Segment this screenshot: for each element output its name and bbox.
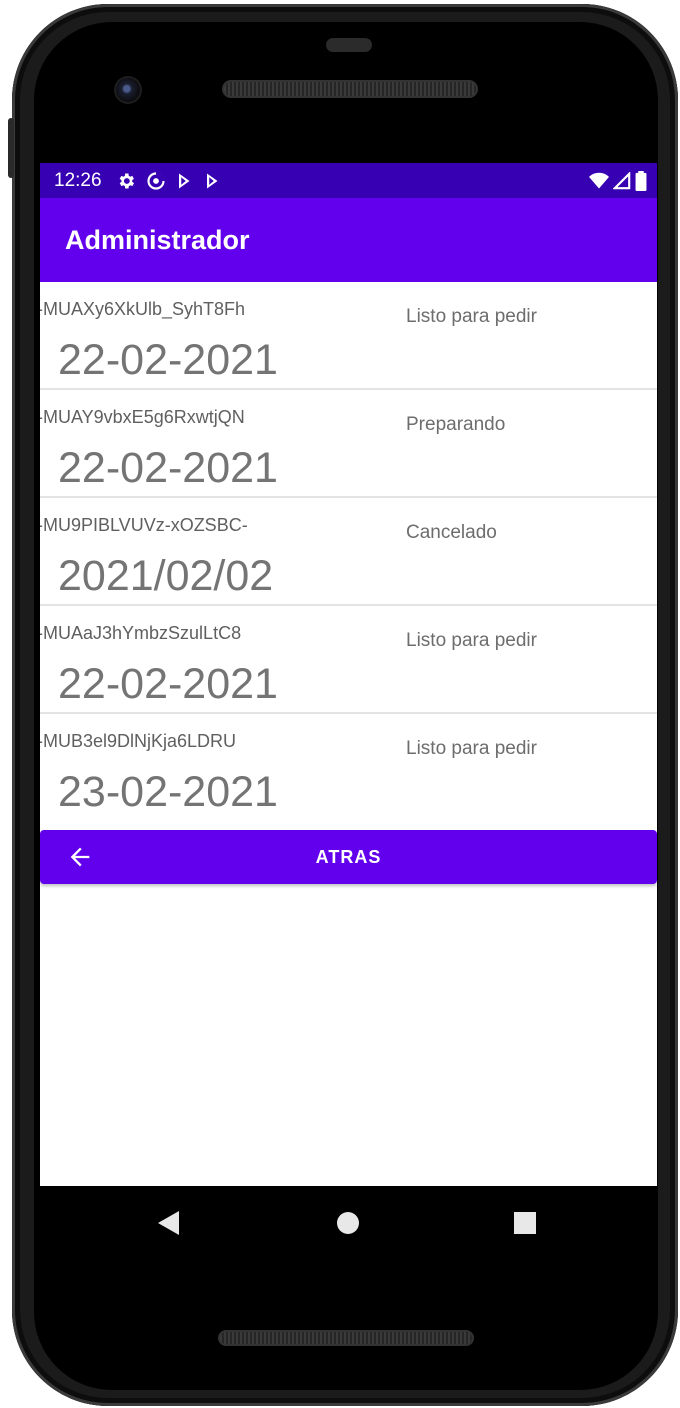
order-date: 22-02-2021	[58, 336, 278, 384]
order-row[interactable]: -MUAaJ3hYmbzSzulLtC8 Listo para pedir 22…	[40, 606, 657, 714]
earpiece-speaker	[222, 80, 478, 98]
order-date: 23-02-2021	[58, 768, 278, 816]
order-status: Preparando	[406, 414, 506, 435]
recents-square-icon[interactable]	[510, 1208, 540, 1238]
app-screen: 12:26 Administrador -MUAXy6XkUlb_SyhT8Fh…	[40, 163, 657, 1186]
app-bar: Administrador	[40, 198, 657, 282]
order-date: 22-02-2021	[58, 660, 278, 708]
arrow-left-icon	[66, 843, 94, 871]
order-row[interactable]: -MUAY9vbxE5g6RxwtjQN Preparando 22-02-20…	[40, 390, 657, 498]
battery-icon	[635, 170, 647, 191]
wifi-icon	[589, 172, 609, 190]
order-date: 2021/02/02	[58, 552, 274, 600]
order-row[interactable]: -MUAXy6XkUlb_SyhT8Fh Listo para pedir 22…	[40, 282, 657, 390]
status-bar: 12:26	[40, 163, 657, 198]
sync-icon	[146, 171, 166, 191]
back-button[interactable]: ATRAS	[40, 830, 657, 884]
order-id: -MUAXy6XkUlb_SyhT8Fh	[40, 299, 246, 319]
back-triangle-icon[interactable]	[154, 1208, 184, 1238]
status-time: 12:26	[54, 169, 102, 191]
power-button	[8, 118, 14, 178]
order-status: Listo para pedir	[406, 306, 537, 327]
play-store-icon	[204, 172, 222, 190]
system-nav-bar	[40, 1186, 657, 1260]
order-status: Listo para pedir	[406, 738, 537, 759]
bottom-speaker	[218, 1330, 474, 1346]
order-row[interactable]: -MUB3el9DlNjKja6LDRU Listo para pedir 23…	[40, 714, 657, 822]
order-id: -MUB3el9DlNjKja6LDRU	[40, 731, 237, 751]
app-title: Administrador	[65, 224, 250, 255]
order-id: -MUAY9vbxE5g6RxwtjQN	[40, 407, 245, 427]
front-camera-icon	[116, 78, 140, 102]
settings-icon	[116, 171, 136, 191]
order-id: -MUAaJ3hYmbzSzulLtC8	[40, 623, 242, 643]
proximity-sensor	[326, 38, 372, 52]
order-id: -MU9PIBLVUVz-xOZSBC-	[40, 515, 248, 535]
order-status: Listo para pedir	[406, 630, 537, 651]
signal-icon	[613, 171, 631, 190]
order-date: 22-02-2021	[58, 444, 278, 492]
order-row[interactable]: -MU9PIBLVUVz-xOZSBC- Cancelado 2021/02/0…	[40, 498, 657, 606]
orders-list: -MUAXy6XkUlb_SyhT8Fh Listo para pedir 22…	[40, 282, 657, 822]
order-status: Cancelado	[406, 522, 497, 543]
home-circle-icon[interactable]	[333, 1208, 363, 1238]
play-store-icon	[176, 172, 194, 190]
back-button-label: ATRAS	[315, 846, 382, 867]
